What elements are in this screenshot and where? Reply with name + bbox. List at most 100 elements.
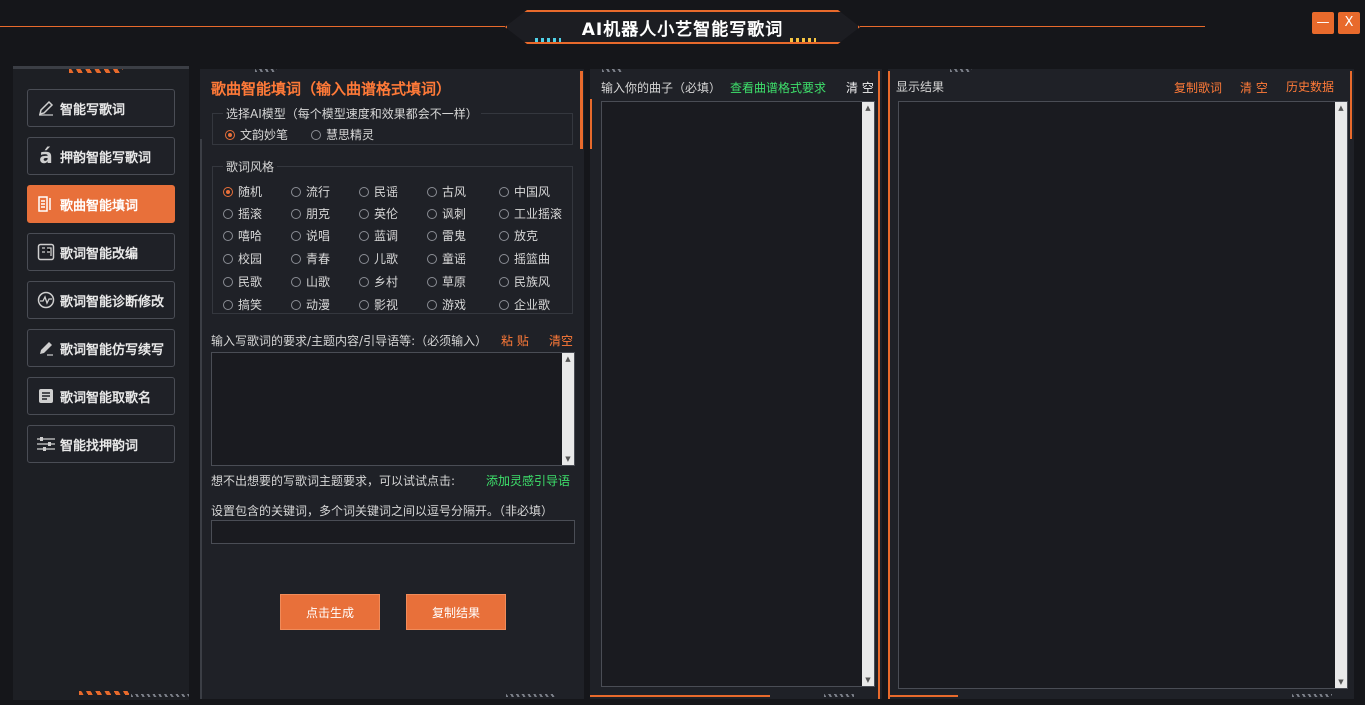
sidebar-item-rhyme-finder[interactable]: 智能找押韵词 — [27, 425, 175, 463]
radio-dot — [359, 299, 369, 310]
sidebar-item-diagnose-lyrics[interactable]: 歌词智能诊断修改 — [27, 281, 175, 319]
style-radio[interactable]: 儿歌 — [359, 250, 398, 267]
sidebar-item-rhyme-lyrics[interactable]: á 押韵智能写歌词 — [27, 137, 175, 175]
style-radio[interactable]: 动漫 — [291, 296, 330, 313]
tune-panel: 输入你的曲子（必填） 查看曲谱格式要求 清 空 ▲ ▼ — [590, 69, 882, 699]
style-radio[interactable]: 流行 — [291, 183, 330, 200]
scroll-down-icon[interactable]: ▼ — [562, 453, 574, 465]
radio-dot — [359, 186, 369, 197]
requirement-input[interactable]: ▲ ▼ — [211, 352, 575, 466]
sidebar-item-adapt-lyrics[interactable]: 歌词智能改编 — [27, 233, 175, 271]
radio-dot — [311, 129, 321, 140]
panel-edge-left — [200, 139, 202, 699]
close-button[interactable]: X — [1338, 12, 1360, 34]
scroll-up-icon[interactable]: ▲ — [862, 102, 874, 114]
sidebar-accent-bottom — [79, 691, 129, 695]
radio-label: 说唱 — [306, 229, 331, 243]
sidebar-item-fill-lyrics[interactable]: 歌曲智能填词 — [27, 185, 175, 223]
scroll-up-icon[interactable]: ▲ — [562, 353, 574, 365]
sidebar-accent-top — [69, 69, 123, 73]
style-radio[interactable]: 摇篮曲 — [499, 250, 550, 267]
style-radio[interactable]: 青春 — [291, 250, 330, 267]
clear-tune-button[interactable]: 清 空 — [846, 79, 874, 96]
style-radio[interactable]: 影视 — [359, 296, 398, 313]
format-requirements-link[interactable]: 查看曲谱格式要求 — [730, 79, 826, 96]
title-line-left — [0, 26, 505, 27]
style-radio[interactable]: 山歌 — [291, 273, 330, 290]
inspire-link[interactable]: 添加灵感引导语 — [486, 472, 570, 489]
radio-dot — [291, 208, 301, 219]
radio-dot — [223, 230, 233, 241]
model-radio-wenyun[interactable]: 文韵妙笔 — [225, 126, 288, 143]
paste-button[interactable]: 粘 贴 — [501, 332, 529, 349]
style-radio[interactable]: 乡村 — [359, 273, 398, 290]
sidebar-item-label: 押韵智能写歌词 — [60, 150, 152, 166]
result-output[interactable]: ▲ ▼ — [898, 101, 1348, 689]
radio-label: 儿歌 — [374, 252, 399, 266]
style-radio[interactable]: 摇滚 — [223, 205, 262, 222]
keywords-input[interactable] — [211, 520, 575, 544]
pen-icon — [36, 98, 56, 118]
radio-dot — [291, 276, 301, 287]
sidebar-item-label: 歌词智能仿写续写 — [60, 342, 165, 358]
radio-dot — [499, 299, 509, 310]
pulse-icon — [36, 290, 56, 310]
style-radio[interactable]: 童谣 — [427, 250, 466, 267]
style-radio[interactable]: 民族风 — [499, 273, 550, 290]
radio-dot — [499, 253, 509, 264]
result-scrollbar[interactable]: ▲ ▼ — [1335, 102, 1347, 688]
style-radio[interactable]: 中国风 — [499, 183, 550, 200]
sidebar-item-imitate-lyrics[interactable]: 歌词智能仿写续写 — [27, 329, 175, 367]
model-radio-huisi[interactable]: 慧思精灵 — [311, 126, 374, 143]
style-radio[interactable]: 民谣 — [359, 183, 398, 200]
style-radio[interactable]: 英伦 — [359, 205, 398, 222]
radio-dot — [223, 186, 233, 197]
style-radio[interactable]: 校园 — [223, 250, 262, 267]
style-radio[interactable]: 讽刺 — [427, 205, 466, 222]
requirement-scrollbar[interactable]: ▲ ▼ — [562, 353, 574, 465]
radio-label: 放克 — [514, 229, 539, 243]
style-radio[interactable]: 民歌 — [223, 273, 262, 290]
clear-requirement-button[interactable]: 清空 — [549, 332, 573, 349]
radio-dot — [223, 208, 233, 219]
panel-accent-bottom — [1292, 694, 1332, 697]
scroll-down-icon[interactable]: ▼ — [862, 674, 874, 686]
style-radio[interactable]: 嘻哈 — [223, 227, 262, 244]
scroll-down-icon[interactable]: ▼ — [1335, 676, 1347, 688]
radio-dot — [223, 276, 233, 287]
style-radio[interactable]: 说唱 — [291, 227, 330, 244]
copy-result-button[interactable]: 复制结果 — [406, 594, 506, 630]
style-radio[interactable]: 放克 — [499, 227, 538, 244]
generate-button[interactable]: 点击生成 — [280, 594, 380, 630]
list-icon — [36, 194, 56, 214]
style-radio[interactable]: 随机 — [223, 183, 262, 200]
radio-dot — [223, 253, 233, 264]
tune-scrollbar[interactable]: ▲ ▼ — [862, 102, 874, 686]
tune-input[interactable]: ▲ ▼ — [601, 101, 875, 687]
style-radio[interactable]: 朋克 — [291, 205, 330, 222]
history-button[interactable]: 历史数据 — [1286, 78, 1334, 95]
style-radio[interactable]: 工业摇滚 — [499, 205, 562, 222]
radio-label: 乡村 — [374, 275, 399, 289]
fill-lyrics-panel: 歌曲智能填词（输入曲谱格式填词） 选择AI模型（每个模型速度和效果都会不一样） … — [200, 69, 584, 699]
minimize-button[interactable]: — — [1312, 12, 1334, 34]
sidebar-item-write-lyrics[interactable]: 智能写歌词 — [27, 89, 175, 127]
style-radio[interactable]: 企业歌 — [499, 296, 550, 313]
scroll-up-icon[interactable]: ▲ — [1335, 102, 1347, 114]
style-radio[interactable]: 草原 — [427, 273, 466, 290]
radio-dot — [427, 230, 437, 241]
radio-dot — [359, 253, 369, 264]
style-radio[interactable]: 古风 — [427, 183, 466, 200]
style-radio[interactable]: 游戏 — [427, 296, 466, 313]
radio-label: 山歌 — [306, 275, 331, 289]
style-radio[interactable]: 雷鬼 — [427, 227, 466, 244]
radio-dot — [427, 276, 437, 287]
panel-accent-bottom — [506, 694, 556, 697]
style-radio[interactable]: 搞笑 — [223, 296, 262, 313]
clear-result-button[interactable]: 清 空 — [1240, 79, 1268, 96]
panel-edge-accent — [580, 71, 583, 149]
sidebar-item-song-name[interactable]: 歌词智能取歌名 — [27, 377, 175, 415]
style-radio[interactable]: 蓝调 — [359, 227, 398, 244]
sidebar-item-label: 智能找押韵词 — [60, 438, 139, 454]
copy-lyrics-button[interactable]: 复制歌词 — [1174, 79, 1222, 96]
